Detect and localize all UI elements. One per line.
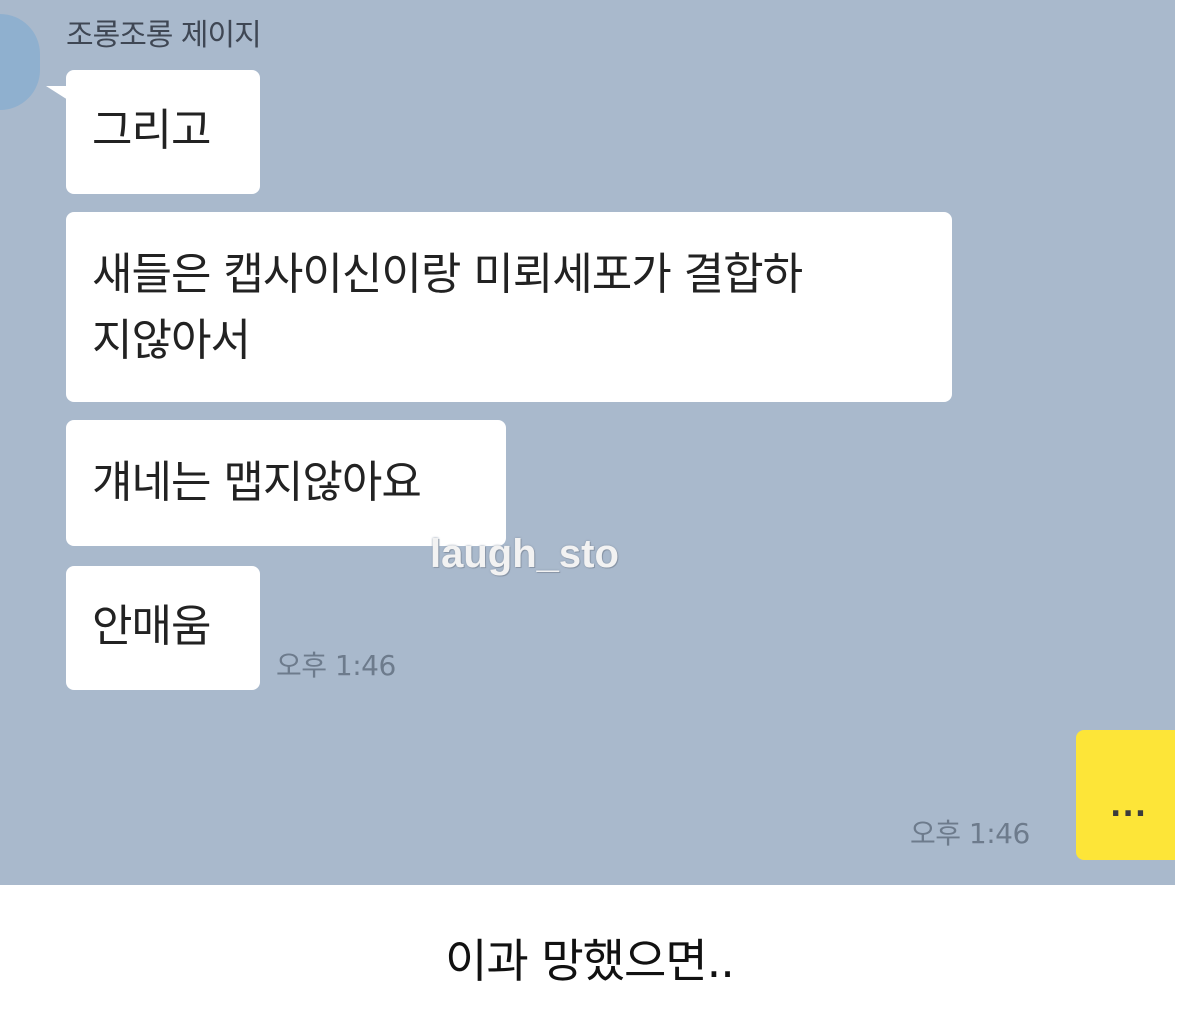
message-text: 그리고 [92,105,211,156]
message-bubble[interactable]: 걔네는 맵지않아요 [66,420,506,546]
sender-avatar[interactable] [0,14,40,110]
message-bubble[interactable]: 새들은 캡사이신이랑 미뢰세포가 결합하 지않아서 [66,212,952,402]
watermark: laugh_sto [430,532,619,576]
sent-message-text: ... [1110,789,1148,824]
sent-timestamp: 오후 1:46 [910,817,1030,850]
caption: 이과 망했으면.. [445,934,735,988]
chat-room[interactable]: 조롱조롱 제이지 그리고 새들은 캡사이신이랑 미뢰세포가 결합하 지않아서 걔… [0,0,1175,885]
message-timestamp: 오후 1:46 [276,649,396,682]
message-text: 안매움 [92,601,211,652]
message-bubble[interactable]: 안매움 [66,566,260,690]
message-text: 걔네는 맵지않아요 [92,457,422,508]
screenshot-page: 조롱조롱 제이지 그리고 새들은 캡사이신이랑 미뢰세포가 결합하 지않아서 걔… [0,0,1179,1013]
message-bubble[interactable]: 그리고 [46,70,260,194]
sent-message-bubble[interactable]: ... [1076,730,1175,860]
sender-name: 조롱조롱 제이지 [66,18,262,53]
message-text-line: 지않아서 [92,315,251,366]
message-text-line: 새들은 캡사이신이랑 미뢰세포가 결합하 [92,249,803,300]
